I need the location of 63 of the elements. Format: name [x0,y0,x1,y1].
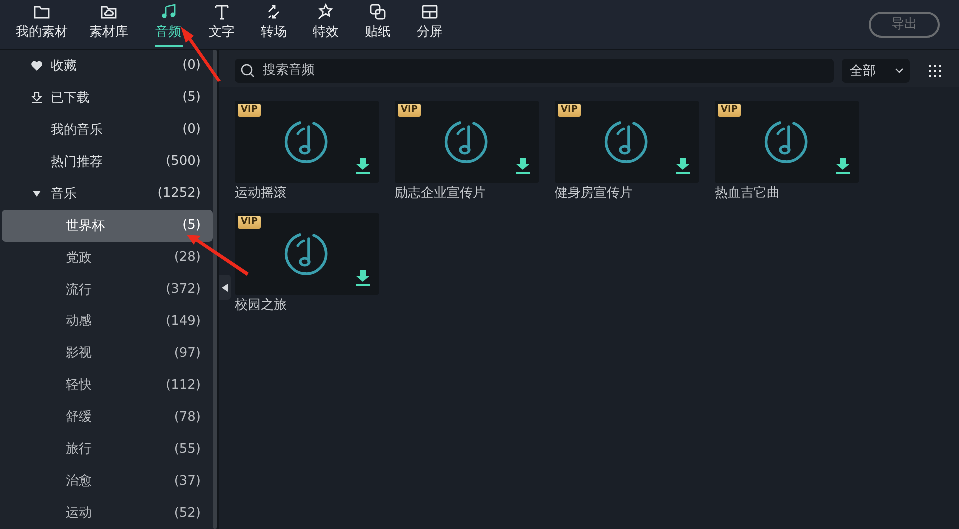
tab[interactable]: 素材库 [77,0,141,49]
category-item[interactable]: 运动 (52) [2,497,213,529]
music-disc-icon [444,119,490,165]
track-title: 励志企业宣传片 [395,185,487,203]
category-item[interactable]: 已下载 (5) [2,82,213,114]
category-item[interactable]: 影视 (97) [2,337,213,370]
search-icon [241,64,255,78]
track-title: 校园之旅 [235,297,288,315]
audio-thumbnail[interactable]: VIP [715,101,859,183]
category-item[interactable]: 动感 (149) [2,306,213,338]
text-icon [213,3,231,21]
tab[interactable]: 音频 [141,0,196,49]
vip-badge: VIP [718,104,741,117]
category-item[interactable]: 舒缓 (78) [2,401,213,434]
audio-thumbnail[interactable]: VIP [395,101,539,183]
collapse-handle[interactable] [219,275,231,300]
download-icon[interactable] [356,158,370,174]
download-icon[interactable] [676,158,690,174]
tab[interactable]: 特效 [300,0,352,49]
music-disc-icon [284,119,330,165]
track-title: 运动摇滚 [235,185,288,203]
vip-badge: VIP [398,104,421,117]
track-title: 热血吉它曲 [715,185,781,203]
copy-icon [369,3,387,21]
triangle-left-icon [222,284,228,292]
category-item[interactable]: 收藏 (0) [2,50,213,82]
vip-badge: VIP [238,104,261,117]
vip-badge: VIP [558,104,581,117]
heart-icon [31,60,43,72]
tab[interactable]: 贴纸 [352,0,404,49]
vip-badge: VIP [238,216,261,229]
music-disc-icon [284,231,330,277]
category-item[interactable]: 党政 (28) [2,242,213,274]
category-item[interactable]: 轻快 (112) [2,369,213,402]
category-item[interactable]: 我的音乐 (0) [2,114,213,146]
star-wand-icon [317,3,335,21]
tab[interactable]: 我的素材 [7,0,77,49]
audio-thumbnail[interactable]: VIP [555,101,699,183]
audio-thumbnail[interactable]: VIP [235,213,379,295]
download-icon [31,92,43,104]
music-note-icon [160,3,178,21]
category-item[interactable]: 旅行 (55) [2,433,213,466]
category-item[interactable]: 治愈 (37) [2,465,213,498]
tab[interactable]: 转场 [248,0,300,49]
audio-thumbnail[interactable]: VIP [235,101,379,183]
music-disc-icon [604,119,650,165]
music-disc-icon [764,119,810,165]
search-field[interactable]: 搜索音频 [235,58,834,82]
annotation-arrow [180,26,222,82]
category-item[interactable]: 世界杯 (5) [2,210,213,242]
tab[interactable]: 文字 [196,0,248,49]
download-icon[interactable] [356,270,370,286]
download-icon[interactable] [516,158,530,174]
grid-view-icon[interactable] [928,64,942,78]
filter-dropdown[interactable]: 全部 [842,58,910,82]
layout-icon [421,3,439,21]
category-item[interactable]: 热门推荐 (500) [2,146,213,178]
track-title: 健身房宣传片 [555,185,634,203]
category-item[interactable]: 音乐 (1252) [2,178,213,210]
tab[interactable]: 分屏 [404,0,456,49]
download-icon[interactable] [836,158,850,174]
chevron-down-icon [895,68,904,74]
category-item[interactable]: 流行 (372) [2,274,213,306]
